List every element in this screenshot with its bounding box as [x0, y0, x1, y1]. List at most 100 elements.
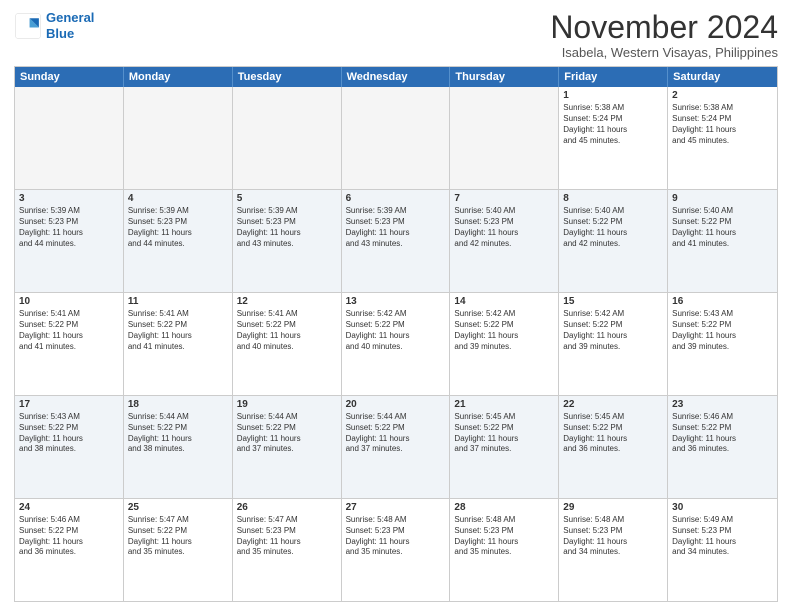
calendar-cell: 15 Sunrise: 5:42 AM Sunset: 5:22 PM Dayli… — [559, 293, 668, 395]
day-number: 16 — [672, 296, 773, 307]
day-info: Sunrise: 5:46 AM Sunset: 5:22 PM Dayligh… — [19, 515, 119, 558]
calendar-cell: 23 Sunrise: 5:46 AM Sunset: 5:22 PM Dayli… — [668, 396, 777, 498]
calendar-cell: 3 Sunrise: 5:39 AM Sunset: 5:23 PM Daylig… — [15, 190, 124, 292]
day-number: 1 — [563, 90, 663, 101]
calendar-header-cell: Tuesday — [233, 67, 342, 87]
day-info: Sunrise: 5:45 AM Sunset: 5:22 PM Dayligh… — [563, 412, 663, 455]
calendar-cell: 1 Sunrise: 5:38 AM Sunset: 5:24 PM Daylig… — [559, 87, 668, 189]
day-info: Sunrise: 5:41 AM Sunset: 5:22 PM Dayligh… — [237, 309, 337, 352]
calendar-cell: 14Sunrise: 5:42 AM Sunset: 5:22 PM Dayli… — [450, 293, 559, 395]
calendar-header-cell: Friday — [559, 67, 668, 87]
day-info: Sunrise: 5:39 AM Sunset: 5:23 PM Dayligh… — [237, 206, 337, 249]
calendar-cell: 5Sunrise: 5:39 AM Sunset: 5:23 PM Daylig… — [233, 190, 342, 292]
day-number: 11 — [128, 296, 228, 307]
day-info: Sunrise: 5:47 AM Sunset: 5:22 PM Dayligh… — [128, 515, 228, 558]
day-info: Sunrise: 5:47 AM Sunset: 5:23 PM Dayligh… — [237, 515, 337, 558]
day-info: Sunrise: 5:40 AM Sunset: 5:22 PM Dayligh… — [563, 206, 663, 249]
calendar-cell: 22 Sunrise: 5:45 AM Sunset: 5:22 PM Dayli… — [559, 396, 668, 498]
day-info: Sunrise: 5:44 AM Sunset: 5:22 PM Dayligh… — [237, 412, 337, 455]
calendar-header-cell: Sunday — [15, 67, 124, 87]
day-number: 27 — [346, 502, 446, 513]
calendar-header-cell: Thursday — [450, 67, 559, 87]
day-info: Sunrise: 5:48 AM Sunset: 5:23 PM Dayligh… — [346, 515, 446, 558]
calendar-cell: 24 Sunrise: 5:46 AM Sunset: 5:22 PM Dayli… — [15, 499, 124, 601]
calendar-cell — [450, 87, 559, 189]
calendar-row: 3 Sunrise: 5:39 AM Sunset: 5:23 PM Daylig… — [15, 190, 777, 293]
calendar-cell: 18 Sunrise: 5:44 AM Sunset: 5:22 PM Dayli… — [124, 396, 233, 498]
calendar-cell: 12 Sunrise: 5:41 AM Sunset: 5:22 PM Dayli… — [233, 293, 342, 395]
calendar-cell: 30 Sunrise: 5:49 AM Sunset: 5:23 PM Dayli… — [668, 499, 777, 601]
day-number: 15 — [563, 296, 663, 307]
day-number: 28 — [454, 502, 554, 513]
day-info: Sunrise: 5:39 AM Sunset: 5:23 PM Dayligh… — [128, 206, 228, 249]
day-info: Sunrise: 5:45 AM Sunset: 5:22 PM Dayligh… — [454, 412, 554, 455]
day-info: Sunrise: 5:41 AM Sunset: 5:22 PM Dayligh… — [128, 309, 228, 352]
day-info: Sunrise: 5:44 AM Sunset: 5:22 PM Dayligh… — [346, 412, 446, 455]
day-number: 3 — [19, 193, 119, 204]
day-info: Sunrise: 5:38 AM Sunset: 5:24 PM Dayligh… — [563, 103, 663, 146]
day-info: Sunrise: 5:42 AM Sunset: 5:22 PM Dayligh… — [563, 309, 663, 352]
day-info: Sunrise: 5:39 AM Sunset: 5:23 PM Dayligh… — [19, 206, 119, 249]
calendar-row: 17 Sunrise: 5:43 AM Sunset: 5:22 PM Dayli… — [15, 396, 777, 499]
calendar-cell — [342, 87, 451, 189]
calendar-row: 24 Sunrise: 5:46 AM Sunset: 5:22 PM Dayli… — [15, 499, 777, 601]
day-info: Sunrise: 5:41 AM Sunset: 5:22 PM Dayligh… — [19, 309, 119, 352]
calendar-header-cell: Saturday — [668, 67, 777, 87]
calendar-cell: 10 Sunrise: 5:41 AM Sunset: 5:22 PM Dayli… — [15, 293, 124, 395]
day-info: Sunrise: 5:43 AM Sunset: 5:22 PM Dayligh… — [19, 412, 119, 455]
logo-text: General Blue — [46, 10, 94, 41]
day-number: 8 — [563, 193, 663, 204]
calendar-cell: 4Sunrise: 5:39 AM Sunset: 5:23 PM Daylig… — [124, 190, 233, 292]
day-number: 30 — [672, 502, 773, 513]
day-number: 10 — [19, 296, 119, 307]
calendar-row: 10 Sunrise: 5:41 AM Sunset: 5:22 PM Dayli… — [15, 293, 777, 396]
calendar-cell — [124, 87, 233, 189]
day-number: 12 — [237, 296, 337, 307]
logo-icon — [14, 12, 42, 40]
day-number: 6 — [346, 193, 446, 204]
day-info: Sunrise: 5:44 AM Sunset: 5:22 PM Dayligh… — [128, 412, 228, 455]
day-number: 18 — [128, 399, 228, 410]
calendar-cell: 13Sunrise: 5:42 AM Sunset: 5:22 PM Dayli… — [342, 293, 451, 395]
header: General Blue November 2024 Isabela, West… — [14, 10, 778, 60]
page: General Blue November 2024 Isabela, West… — [0, 0, 792, 612]
calendar-cell — [15, 87, 124, 189]
day-number: 19 — [237, 399, 337, 410]
day-number: 13 — [346, 296, 446, 307]
day-info: Sunrise: 5:49 AM Sunset: 5:23 PM Dayligh… — [672, 515, 773, 558]
calendar-cell: 25Sunrise: 5:47 AM Sunset: 5:22 PM Dayli… — [124, 499, 233, 601]
day-info: Sunrise: 5:39 AM Sunset: 5:23 PM Dayligh… — [346, 206, 446, 249]
calendar-header: SundayMondayTuesdayWednesdayThursdayFrid… — [15, 67, 777, 87]
day-number: 9 — [672, 193, 773, 204]
calendar-cell: 20Sunrise: 5:44 AM Sunset: 5:22 PM Dayli… — [342, 396, 451, 498]
day-info: Sunrise: 5:38 AM Sunset: 5:24 PM Dayligh… — [672, 103, 773, 146]
calendar-cell: 29Sunrise: 5:48 AM Sunset: 5:23 PM Dayli… — [559, 499, 668, 601]
calendar-header-cell: Wednesday — [342, 67, 451, 87]
day-number: 24 — [19, 502, 119, 513]
calendar-cell: 8 Sunrise: 5:40 AM Sunset: 5:22 PM Daylig… — [559, 190, 668, 292]
day-number: 21 — [454, 399, 554, 410]
calendar-cell: 16Sunrise: 5:43 AM Sunset: 5:22 PM Dayli… — [668, 293, 777, 395]
logo-area: General Blue — [14, 10, 94, 41]
day-info: Sunrise: 5:46 AM Sunset: 5:22 PM Dayligh… — [672, 412, 773, 455]
month-title: November 2024 — [550, 10, 778, 45]
day-number: 29 — [563, 502, 663, 513]
calendar-cell: 6 Sunrise: 5:39 AM Sunset: 5:23 PM Daylig… — [342, 190, 451, 292]
calendar-cell: 21 Sunrise: 5:45 AM Sunset: 5:22 PM Dayli… — [450, 396, 559, 498]
calendar-cell: 7Sunrise: 5:40 AM Sunset: 5:23 PM Daylig… — [450, 190, 559, 292]
day-number: 26 — [237, 502, 337, 513]
calendar-body: 1 Sunrise: 5:38 AM Sunset: 5:24 PM Daylig… — [15, 87, 777, 601]
calendar-cell: 9Sunrise: 5:40 AM Sunset: 5:22 PM Daylig… — [668, 190, 777, 292]
day-number: 22 — [563, 399, 663, 410]
day-number: 23 — [672, 399, 773, 410]
calendar-cell: 2Sunrise: 5:38 AM Sunset: 5:24 PM Daylig… — [668, 87, 777, 189]
calendar-cell — [233, 87, 342, 189]
calendar-cell: 26 Sunrise: 5:47 AM Sunset: 5:23 PM Dayli… — [233, 499, 342, 601]
calendar-cell: 11 Sunrise: 5:41 AM Sunset: 5:22 PM Dayli… — [124, 293, 233, 395]
calendar-cell: 28Sunrise: 5:48 AM Sunset: 5:23 PM Dayli… — [450, 499, 559, 601]
calendar-cell: 27 Sunrise: 5:48 AM Sunset: 5:23 PM Dayli… — [342, 499, 451, 601]
calendar-cell: 19 Sunrise: 5:44 AM Sunset: 5:22 PM Dayli… — [233, 396, 342, 498]
day-number: 17 — [19, 399, 119, 410]
day-number: 14 — [454, 296, 554, 307]
calendar-row: 1 Sunrise: 5:38 AM Sunset: 5:24 PM Daylig… — [15, 87, 777, 190]
